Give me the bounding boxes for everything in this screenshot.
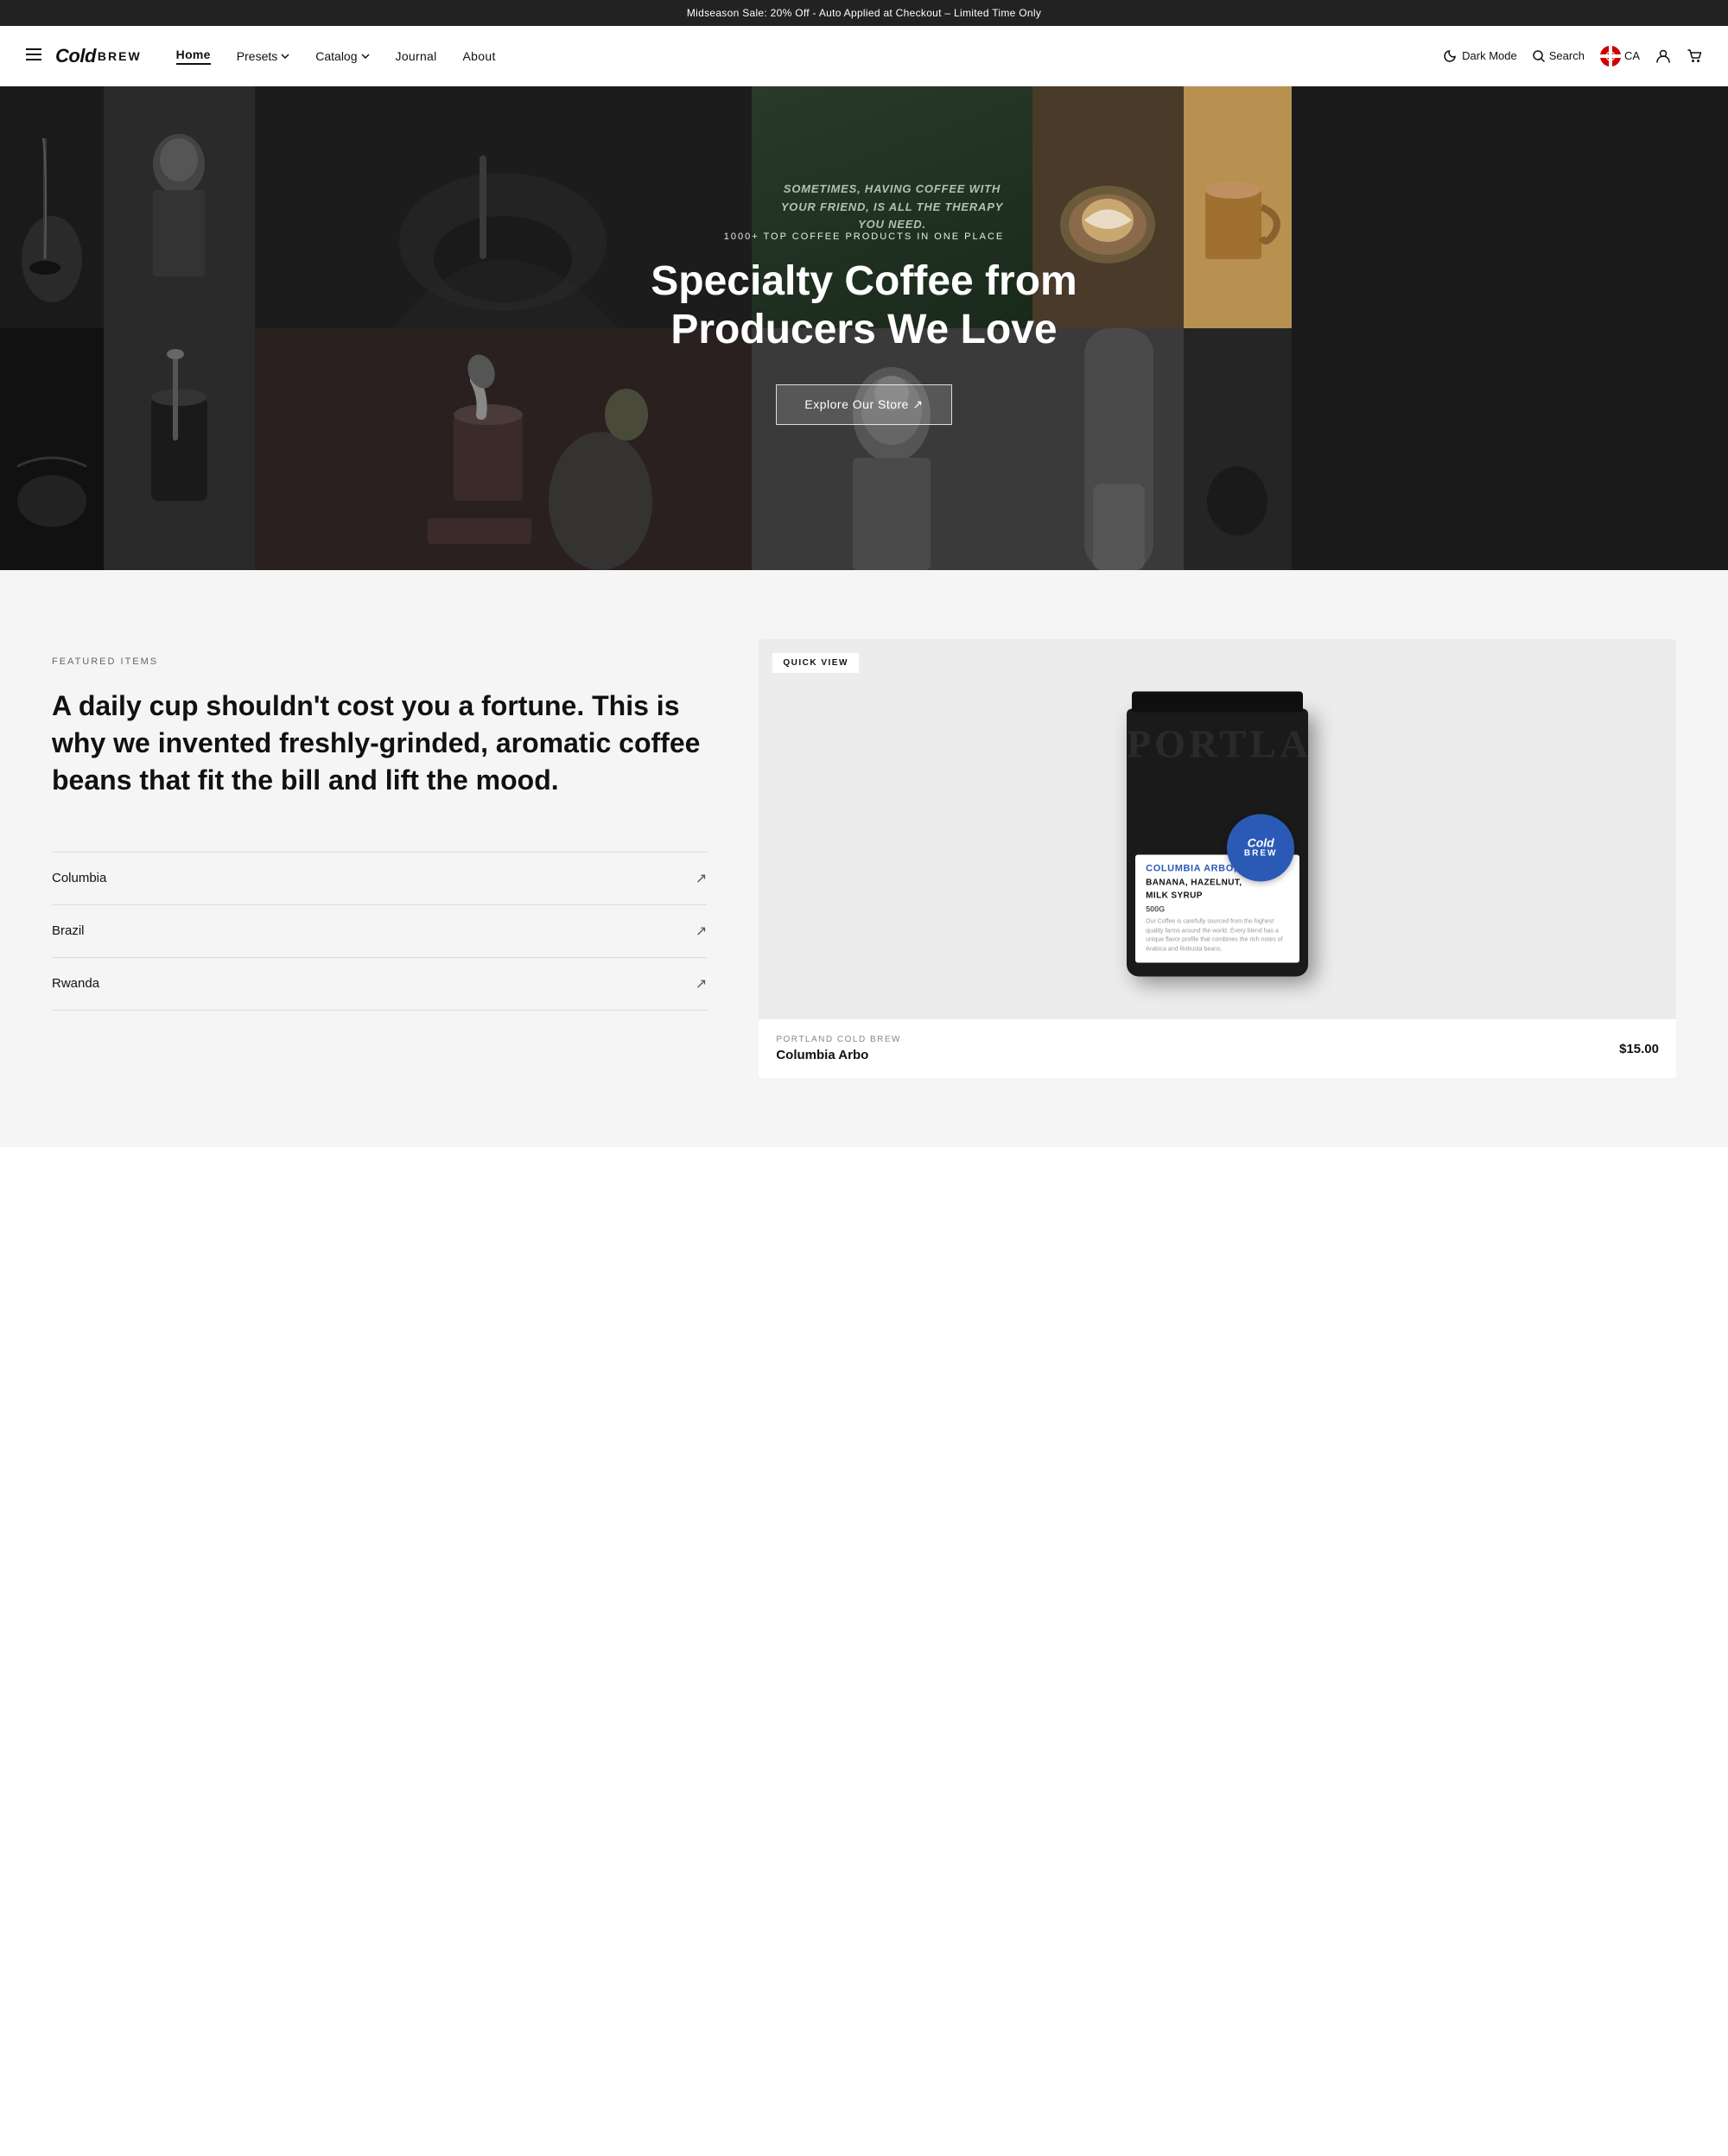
logo-brew: BREW [98,49,142,63]
product-card: Quick View PORTLAND Cold BREW [759,639,1676,1078]
hero-mosaic-grid: Sometimes, having coffee with your frien… [0,86,1728,570]
product-main-name[interactable]: Columbia Arbo [776,1048,901,1062]
arrow-icon-columbia: ↗ [696,870,707,887]
main-nav: Home Presets Catalog Journal About [176,48,1443,65]
menu-icon[interactable] [26,47,41,65]
list-item-rwanda[interactable]: Rwanda ↗ [52,958,707,1011]
product-price: $15.00 [1619,1042,1659,1056]
bag-watermark: PORTLAND [1127,721,1308,767]
country-code: CA [1624,49,1640,62]
bag-circle-logo: Cold BREW [1227,815,1294,882]
mosaic-cell-quote: Sometimes, having coffee with your frien… [752,86,1032,328]
flag-icon [1600,46,1621,67]
bag-top-fold [1132,692,1303,713]
announcement-text: Midseason Sale: 20% Off - Auto Applied a… [687,7,1041,19]
bag-label-weight: 500G [1146,905,1289,914]
bag-label-small-text: Our Coffee is carefully sourced from the… [1146,918,1289,954]
nav-catalog[interactable]: Catalog [315,49,369,63]
dark-mode-button[interactable]: Dark Mode [1443,49,1517,63]
product-details: Portland Cold Brew Columbia Arbo [776,1035,901,1062]
list-item-columbia[interactable]: Columbia ↗ [52,853,707,905]
product-image-area: PORTLAND Cold BREW COLUMBIA ARBO, BANANA… [759,639,1676,1019]
hero-quote-text: Sometimes, having coffee with your frien… [772,181,1012,234]
header: Cold BREW Home Presets Catalog Journal A… [0,26,1728,86]
search-button[interactable]: Search [1533,49,1585,62]
arrow-icon-rwanda: ↗ [696,975,707,992]
mosaic-cell-arm [1032,328,1184,570]
bag-logo-line2: BREW [1244,849,1278,859]
hero-cta-button[interactable]: Explore Our Store ↗ [776,384,951,425]
product-brand-name: Portland Cold Brew [776,1035,901,1044]
bag-body: PORTLAND Cold BREW COLUMBIA ARBO, BANANA… [1127,709,1308,977]
mosaic-cell-dark [0,328,104,570]
cart-button[interactable] [1687,48,1702,64]
list-item-brazil[interactable]: Brazil ↗ [52,905,707,958]
logo[interactable]: Cold BREW [55,45,142,67]
coffee-bag: PORTLAND Cold BREW COLUMBIA ARBO, BANANA… [1105,674,1330,1002]
bag-logo-line1: Cold [1248,837,1274,849]
nav-journal[interactable]: Journal [396,49,437,63]
nav-home[interactable]: Home [176,48,211,65]
announcement-bar: Midseason Sale: 20% Off - Auto Applied a… [0,0,1728,26]
featured-section: Featured Items A daily cup shouldn't cos… [0,570,1728,1147]
nav-about[interactable]: About [463,49,496,63]
header-actions: Dark Mode Search CA [1443,46,1702,67]
mosaic-cell-stir [104,328,255,570]
mosaic-cell-person [752,328,1032,570]
nav-presets[interactable]: Presets [237,49,289,63]
arrow-icon-brazil: ↗ [696,923,707,940]
mosaic-cell-latte [1032,86,1184,328]
hero-section: Sometimes, having coffee with your frien… [0,86,1728,570]
mosaic-cell-pour [255,328,752,570]
mosaic-cell-last [1184,328,1292,570]
quick-view-badge[interactable]: Quick View [772,653,859,673]
logo-script: Cold [55,45,96,67]
product-info-bar: Portland Cold Brew Columbia Arbo $15.00 [759,1019,1676,1078]
featured-left-column: Featured Items A daily cup shouldn't cos… [52,639,707,1011]
mosaic-cell-mug [1184,86,1292,328]
featured-list: Columbia ↗ Brazil ↗ Rwanda ↗ [52,852,707,1011]
account-button[interactable] [1655,48,1671,64]
country-selector[interactable]: CA [1600,46,1640,67]
mosaic-cell-center [255,86,752,328]
mosaic-cell-2 [104,86,255,328]
mosaic-cell-1 [0,86,104,328]
featured-title: A daily cup shouldn't cost you a fortune… [52,688,707,800]
featured-label: Featured Items [52,656,707,667]
